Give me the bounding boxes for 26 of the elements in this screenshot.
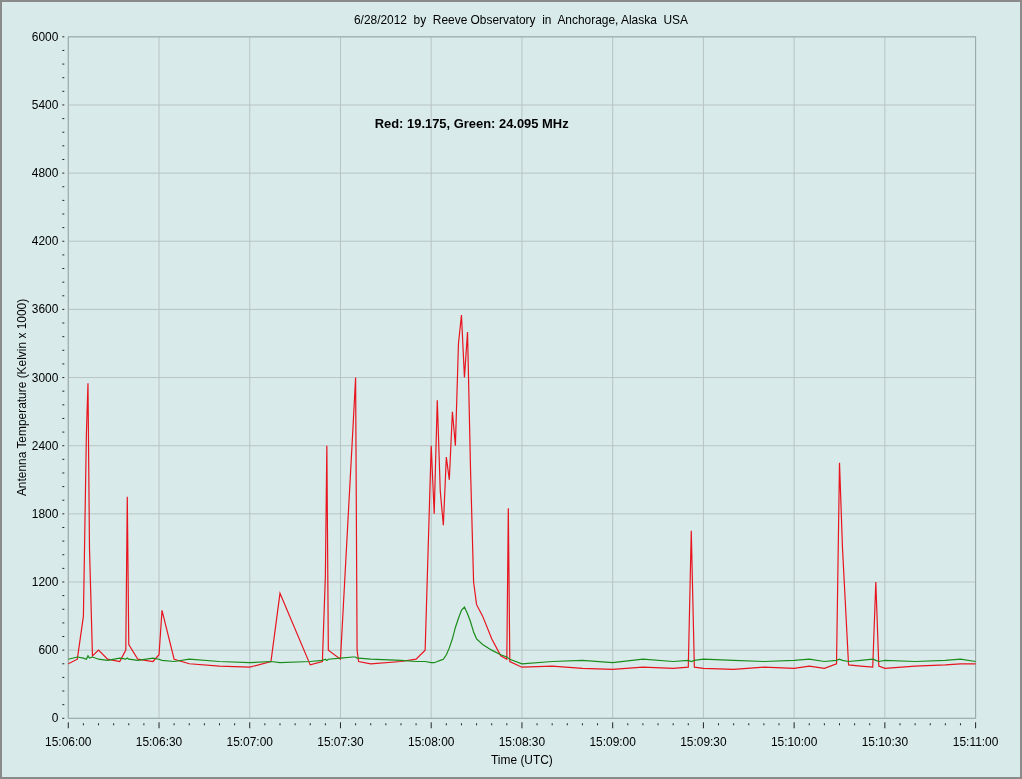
x-tick-label: 15:09:00 (589, 735, 636, 750)
x-tick-label: 15:10:00 (770, 735, 818, 750)
x-tick-label: 15:06:30 (135, 735, 183, 750)
y-tick-label: 600 (38, 643, 59, 658)
y-tick-label: 6000 (31, 29, 59, 44)
y-tick-label: 2400 (31, 438, 59, 453)
frequency-annotation: Red: 19.175, Green: 24.095 MHz (374, 116, 569, 132)
x-tick-label: 15:09:30 (680, 735, 727, 750)
y-tick-label: 1200 (31, 575, 59, 589)
x-tick-label: 15:07:00 (226, 735, 273, 750)
chart-title: 6/28/2012 by Reeve Observatory in Anchorage, Alaska USA (353, 12, 688, 27)
y-tick-label: 1800 (31, 506, 59, 521)
y-tick-label: 3000 (31, 370, 59, 385)
y-tick-label: 3600 (31, 302, 59, 317)
x-tick-label: 15:10:30 (861, 735, 909, 750)
y-tick-label: 5400 (31, 97, 59, 112)
y-tick-label: 4200 (31, 234, 59, 249)
x-axis-title: Time (UTC) (491, 753, 553, 768)
x-tick-label: 15:11:00 (952, 735, 999, 750)
x-tick-label: 15:08:30 (498, 735, 546, 750)
y-tick-label: 0 (51, 711, 59, 726)
y-tick-label: 4800 (31, 166, 59, 181)
x-tick-label: 15:07:30 (317, 735, 364, 750)
y-axis-title: Antenna Temperature (Kelvin x 1000) (14, 298, 29, 497)
x-tick-label: 15:08:00 (408, 735, 455, 750)
x-tick-label: 15:06:00 (45, 735, 92, 750)
